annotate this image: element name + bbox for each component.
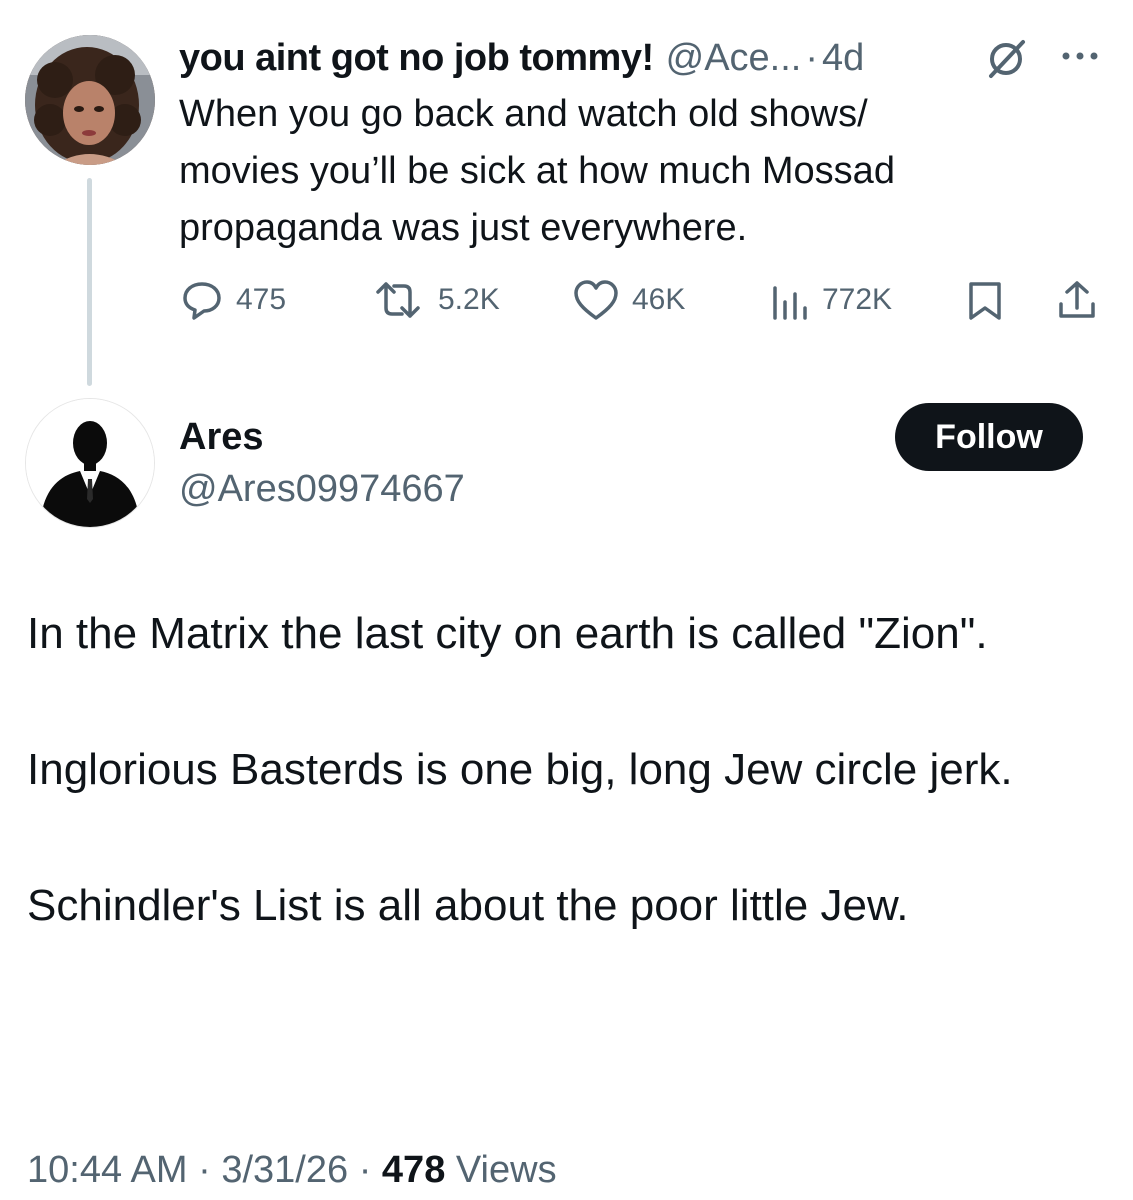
avatar[interactable]: [25, 398, 155, 528]
user-handle[interactable]: @Ace...: [666, 36, 802, 80]
tweet-text-line: When you go back and watch old shows/: [179, 93, 868, 135]
share-icon: [1059, 281, 1095, 318]
reply-count: 475: [236, 283, 287, 316]
action-bar: 475 5.2K 46K 772K: [0, 275, 1133, 325]
views-label: Views: [455, 1149, 557, 1191]
meta-separator: ·: [198, 1149, 211, 1191]
repost-button[interactable]: 5.2K: [370, 275, 500, 325]
views-button[interactable]: 772K: [770, 275, 892, 325]
avatar-image: [26, 399, 154, 527]
parent-tweet[interactable]: you aint got no job tommy! @Ace... · 4d …: [0, 0, 1133, 400]
tweet-paragraph: Inglorious Basterds is one big, long Jew…: [27, 745, 1013, 794]
time-separator: ·: [805, 37, 819, 79]
avatar[interactable]: [25, 35, 155, 165]
display-name[interactable]: Ares: [179, 414, 264, 460]
reply-tweet-text: In the Matrix the last city on earth is …: [27, 600, 1107, 940]
tweet-thread: you aint got no job tommy! @Ace... · 4d …: [0, 0, 1133, 1200]
repost-icon: [376, 282, 420, 318]
like-icon: [574, 280, 618, 320]
display-name[interactable]: you aint got no job tommy!: [179, 36, 654, 80]
parent-header: you aint got no job tommy! @Ace... · 4d: [179, 36, 864, 80]
tweet-text-line: propaganda was just everywhere.: [179, 207, 748, 249]
like-button[interactable]: 46K: [572, 275, 685, 325]
tweet-paragraph: Schindler's List is all about the poor l…: [27, 881, 909, 930]
bookmark-button[interactable]: [965, 275, 1005, 325]
tweet-paragraph: In the Matrix the last city on earth is …: [27, 609, 988, 658]
bookmark-icon: [969, 282, 1001, 320]
reply-icon: [183, 282, 221, 320]
no-entry-badge-icon: [985, 38, 1027, 80]
repost-count: 5.2K: [438, 283, 500, 316]
like-count: 46K: [632, 283, 686, 316]
follow-button[interactable]: Follow: [895, 403, 1083, 471]
views-count: 772K: [822, 283, 893, 316]
tweet-text-line: movies you’ll be sick at how much Mossad: [179, 150, 895, 192]
user-handle[interactable]: @Ares09974667: [179, 466, 465, 512]
post-date[interactable]: 3/31/26: [221, 1149, 348, 1191]
avatar-image: [25, 35, 155, 165]
meta-separator: ·: [358, 1149, 372, 1191]
reply-button[interactable]: 475: [180, 275, 286, 325]
share-button[interactable]: [1055, 275, 1099, 325]
tweet-metadata: 10:44 AM · 3/31/26 · 478 Views: [27, 1145, 557, 1195]
post-time[interactable]: 10:44 AM: [27, 1149, 188, 1191]
parent-tweet-text: When you go back and watch old shows/ mo…: [179, 86, 1079, 257]
post-time[interactable]: 4d: [822, 36, 864, 80]
views-count: 478: [381, 1149, 446, 1191]
more-icon[interactable]: [1058, 38, 1102, 78]
views-icon: [773, 286, 807, 320]
